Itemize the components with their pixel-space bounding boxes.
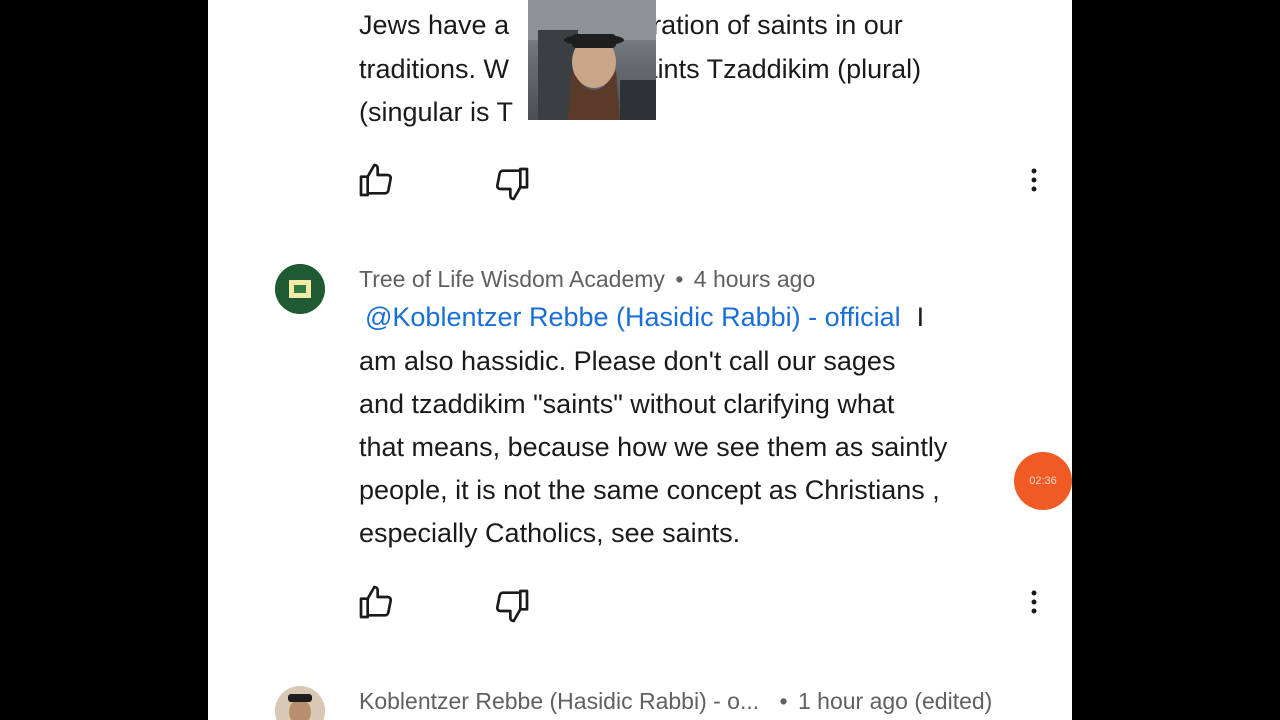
- video-thumbnail-overlay[interactable]: [528, 0, 656, 120]
- user-avatar-icon: [275, 686, 325, 720]
- comment-meta: Tree of Life Wisdom Academy • 4 hours ag…: [359, 266, 815, 293]
- meta-separator: •: [779, 688, 788, 714]
- comment-author[interactable]: Koblentzer Rebbe (Hasidic Rabbi) - o...: [359, 688, 759, 714]
- mention-link[interactable]: @Koblentzer Rebbe (Hasidic Rabbi) - offi…: [365, 302, 901, 332]
- comment-text-line: am also hassidic. Please don't call our …: [359, 346, 896, 376]
- comment-text-line: and tzaddikim "saints" without clarifyin…: [359, 389, 895, 419]
- comment-author[interactable]: Tree of Life Wisdom Academy: [359, 266, 665, 292]
- comment-text-line: especially Catholics, see saints.: [359, 518, 741, 548]
- academy-logo-icon: [275, 264, 325, 314]
- comment-meta: Koblentzer Rebbe (Hasidic Rabbi) - o... …: [359, 688, 992, 715]
- dislike-button[interactable]: [492, 586, 532, 626]
- like-icon: [359, 585, 393, 619]
- more-options-button[interactable]: [1014, 160, 1054, 200]
- dislike-button[interactable]: [492, 164, 532, 204]
- comment-text-line: @Koblentzer Rebbe (Hasidic Rabbi) - offi…: [365, 302, 925, 332]
- timestamp-badge[interactable]: 02:36: [1014, 452, 1072, 510]
- meta-separator: •: [675, 266, 684, 292]
- comment-text-line: people, it is not the same concept as Ch…: [359, 475, 940, 505]
- like-button[interactable]: [356, 582, 396, 622]
- dislike-icon: [495, 167, 529, 201]
- comment-text-line: that means, because how we see them as s…: [359, 432, 948, 462]
- avatar[interactable]: [275, 264, 325, 314]
- comment-text-line: (singular is T: [359, 97, 514, 127]
- dislike-icon: [495, 589, 529, 623]
- like-icon: [359, 163, 393, 197]
- more-vert-icon: [1031, 590, 1037, 614]
- more-options-button[interactable]: [1014, 582, 1054, 622]
- like-button[interactable]: [356, 160, 396, 200]
- avatar[interactable]: [275, 686, 325, 720]
- comment-time: 1 hour ago (edited): [797, 688, 993, 714]
- person-thumbnail: [528, 0, 656, 120]
- more-vert-icon: [1031, 168, 1037, 192]
- comments-panel: Jews have a eration of saints in our trad…: [208, 0, 1072, 720]
- comment-time: 4 hours ago: [693, 266, 816, 292]
